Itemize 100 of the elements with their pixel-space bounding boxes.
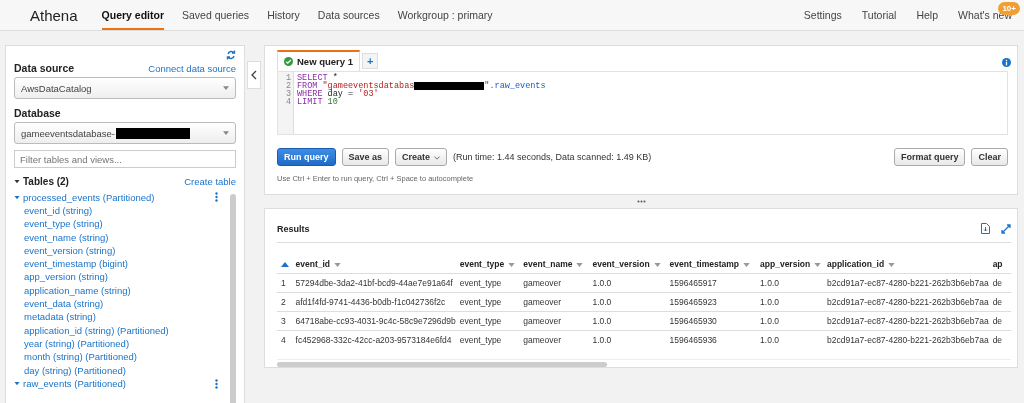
line-number: 3 bbox=[284, 90, 291, 98]
table-cell: event_type bbox=[457, 311, 522, 331]
column-item[interactable]: day (string) (Partitioned) bbox=[14, 363, 226, 377]
save-button[interactable]: Save as bbox=[341, 148, 390, 166]
column-item[interactable]: month (string) (Partitioned) bbox=[14, 350, 226, 364]
table-cell: b2cd91a7-ec87-4280-b221-262b3b6eb7aa bbox=[825, 330, 991, 349]
column-header[interactable]: application_id bbox=[827, 259, 896, 269]
table-cell: b2cd91a7-ec87-4280-b221-262b3b6eb7aa bbox=[825, 273, 991, 293]
chevron-left-icon bbox=[251, 70, 257, 80]
table-cell: de bbox=[990, 292, 1011, 312]
column-item[interactable]: event_data (string) bbox=[14, 297, 226, 311]
table-cell: event_type bbox=[457, 273, 522, 293]
column-header[interactable]: ap bbox=[992, 259, 1003, 269]
table-cell: b2cd91a7-ec87-4280-b221-262b3b6eb7aa bbox=[825, 292, 991, 312]
sort-caret-icon[interactable] bbox=[743, 262, 750, 267]
nav-tab[interactable]: Saved queries bbox=[182, 0, 250, 30]
column-header[interactable]: event_id bbox=[295, 259, 342, 269]
column-item[interactable]: event_type (string) bbox=[14, 217, 226, 231]
nav-tab[interactable]: Workgroup : primary bbox=[397, 0, 493, 30]
table-cell: gameover bbox=[521, 330, 591, 349]
row-number: 3 bbox=[277, 311, 294, 331]
notification-badge: 10+ bbox=[998, 2, 1020, 15]
more-icon[interactable] bbox=[215, 378, 218, 389]
table-item[interactable]: processed_events (Partitioned) bbox=[14, 191, 155, 203]
table-cell: gameover bbox=[521, 292, 591, 312]
table-cell: de bbox=[990, 273, 1011, 293]
nav-tab[interactable]: Query editor bbox=[101, 0, 164, 30]
sort-caret-icon[interactable] bbox=[653, 262, 661, 267]
caret-icon bbox=[223, 86, 229, 90]
column-header[interactable]: app_version bbox=[760, 259, 822, 269]
run-info-text: (Run time: 1.44 seconds, Data scanned: 1.49 KB) bbox=[453, 152, 652, 162]
sort-caret-icon[interactable] bbox=[814, 262, 822, 267]
add-tab-button[interactable]: + bbox=[361, 53, 379, 69]
table-cell: 1.0.0 bbox=[590, 273, 668, 293]
caret-icon bbox=[14, 180, 20, 185]
table-cell: fc452968-332c-42cc-a203-9573184e6fd4 bbox=[293, 330, 458, 349]
table-cell: 1.0.0 bbox=[590, 292, 668, 312]
sort-caret-icon[interactable] bbox=[888, 262, 896, 267]
row-number: 1 bbox=[277, 273, 294, 293]
table-cell: 1.0.0 bbox=[590, 330, 668, 349]
row-number: 4 bbox=[277, 330, 294, 349]
sort-caret-icon[interactable] bbox=[334, 262, 342, 267]
create-table-link[interactable]: Create table bbox=[184, 176, 236, 187]
tables-heading[interactable]: Tables (2) bbox=[14, 176, 69, 187]
code-editor[interactable]: 1 2 3 4 SELECT * FROM "gameeventsdatabas ".raw_events WHERE day = '03' LIMIT 10 bbox=[277, 71, 1008, 135]
nav-link[interactable]: Settings bbox=[803, 9, 842, 21]
data-source-dropdown[interactable]: AwsDataCatalog bbox=[14, 77, 236, 99]
column-item[interactable]: event_name (string) bbox=[14, 230, 226, 244]
column-item[interactable]: metadata (string) bbox=[14, 310, 226, 324]
column-item[interactable]: year (string) (Partitioned) bbox=[14, 336, 226, 351]
chevron-down-icon bbox=[434, 155, 441, 160]
column-header[interactable]: event_timestamp bbox=[669, 259, 750, 269]
caret-icon bbox=[14, 382, 20, 388]
line-number: 1 bbox=[284, 74, 291, 82]
dropdown-button[interactable]: Create bbox=[395, 148, 448, 166]
column-header[interactable]: event_version bbox=[592, 259, 661, 269]
editor-button[interactable]: Format query bbox=[893, 148, 966, 166]
sort-caret-icon[interactable] bbox=[576, 262, 584, 267]
sort-ascending-icon[interactable] bbox=[281, 262, 289, 267]
code-line: LIMIT 10 bbox=[297, 98, 338, 106]
nav-link[interactable]: Tutorial bbox=[861, 9, 897, 21]
table-cell: gameover bbox=[521, 273, 591, 293]
run-button[interactable]: Run query bbox=[277, 148, 336, 166]
editor-button[interactable]: Clear bbox=[971, 148, 1008, 166]
nav-tab[interactable]: Data sources bbox=[317, 0, 380, 30]
column-header[interactable]: event_name bbox=[523, 259, 584, 269]
info-icon[interactable] bbox=[1002, 58, 1011, 67]
download-icon[interactable] bbox=[981, 223, 990, 234]
filter-field[interactable]: Filter tables and views... bbox=[14, 150, 236, 168]
connect-link[interactable]: Connect data source bbox=[148, 62, 236, 74]
row-number: 2 bbox=[277, 292, 294, 312]
sort-caret-icon[interactable] bbox=[508, 262, 516, 267]
table-cell: 1.0.0 bbox=[758, 273, 825, 293]
nav-tab[interactable]: History bbox=[267, 0, 300, 30]
collapse-button[interactable] bbox=[247, 61, 261, 89]
column-item[interactable]: app_version (string) bbox=[14, 270, 226, 284]
table-cell: 1596465917 bbox=[667, 273, 759, 293]
database-dropdown[interactable]: gameeventsdatabase- bbox=[14, 122, 236, 144]
table-cell: 1596465936 bbox=[667, 330, 759, 349]
table-cell: afd1f4fd-9741-4436-b0db-f1c042736f2c bbox=[293, 292, 458, 312]
scrollbar[interactable] bbox=[230, 194, 236, 403]
table-item[interactable]: raw_events (Partitioned) bbox=[14, 378, 126, 390]
code-line: WHERE day = '03' bbox=[297, 90, 379, 98]
column-header[interactable]: event_type bbox=[459, 259, 516, 269]
column-item[interactable]: event_timestamp (bigint) bbox=[14, 257, 226, 271]
resize-handle[interactable] bbox=[636, 200, 646, 203]
line-number: 4 bbox=[284, 98, 291, 106]
table-cell: 1.0.0 bbox=[590, 311, 668, 331]
expand-icon[interactable] bbox=[1001, 223, 1011, 234]
column-item[interactable]: event_id (string) bbox=[14, 204, 226, 218]
more-icon[interactable] bbox=[215, 192, 218, 202]
column-item[interactable]: application_id (string) (Partitioned) bbox=[14, 323, 226, 337]
column-item[interactable]: event_version (string) bbox=[14, 243, 226, 258]
refresh-icon[interactable] bbox=[226, 50, 236, 60]
scrollbar[interactable] bbox=[277, 362, 607, 367]
nav-link[interactable]: Help bbox=[916, 9, 939, 21]
column-item[interactable]: application_name (string) bbox=[14, 283, 226, 298]
field-label: Data source bbox=[14, 62, 75, 74]
query-tab[interactable]: New query 1 bbox=[277, 50, 360, 71]
table-cell: 57294dbe-3da2-41bf-bcd9-44ae7e91a64f bbox=[293, 273, 458, 293]
